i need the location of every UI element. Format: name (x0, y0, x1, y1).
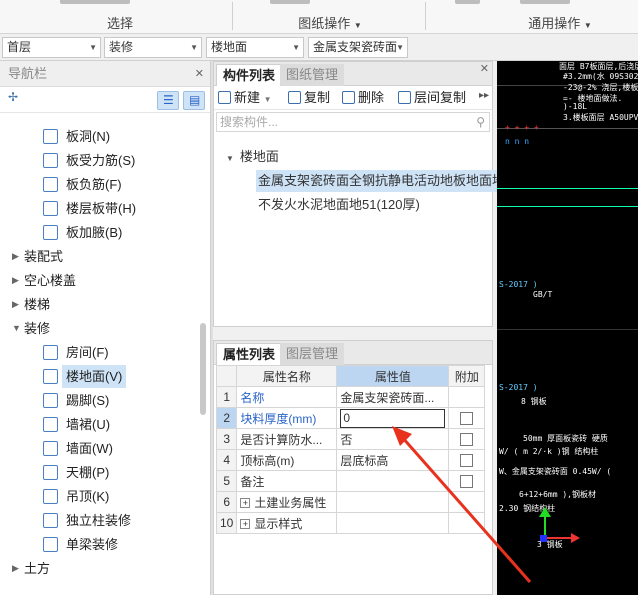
annotation-arrow (392, 426, 532, 583)
annotation-arrow-line (400, 436, 532, 583)
